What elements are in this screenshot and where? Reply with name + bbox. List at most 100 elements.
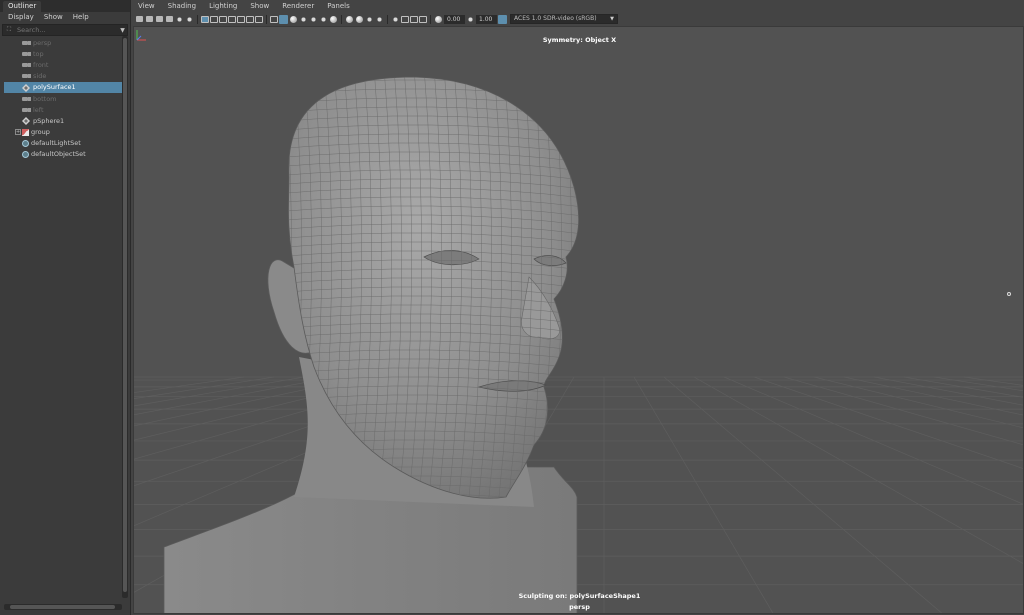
outliner-panel: Outliner Display Show Help ⛶ ▼ persp top f… — [0, 0, 131, 615]
camera-icon — [22, 96, 31, 101]
grease-pencil-icon[interactable] — [185, 14, 194, 24]
outliner-item[interactable]: top — [4, 48, 122, 59]
outliner-item-label: persp — [33, 38, 52, 47]
outliner-item-label: left — [33, 105, 44, 114]
mesh-icon — [22, 117, 31, 126]
toolbar-divider — [197, 14, 198, 24]
outliner-item[interactable]: front — [4, 59, 122, 70]
camera-attributes-icon[interactable] — [146, 16, 153, 22]
sculpt-head-mesh[interactable] — [163, 67, 584, 614]
select-camera-icon[interactable] — [136, 16, 143, 22]
camera-icon — [22, 62, 31, 67]
grid-toggle-icon[interactable] — [201, 15, 209, 23]
tab-outliner[interactable]: Outliner — [3, 1, 42, 12]
menu-lighting[interactable]: Lighting — [209, 0, 237, 12]
color-space-value: ACES 1.0 SDR-video (sRGB) — [514, 15, 597, 22]
outliner-item[interactable]: pSphere1 — [4, 115, 122, 126]
sculpting-hud: Sculpting on: polySurfaceShape1 — [518, 592, 641, 600]
camera-icon — [22, 107, 31, 112]
menu-display[interactable]: Display — [8, 12, 34, 23]
resolution-gate-icon[interactable] — [219, 15, 227, 23]
toolbar-divider — [266, 14, 267, 24]
outliner-item-label: defaultLightSet — [31, 139, 81, 148]
anti-aliasing-icon[interactable] — [356, 15, 363, 23]
menu-show[interactable]: Show — [250, 0, 269, 12]
mesh-icon — [22, 83, 31, 92]
color-space-select[interactable]: ACES 1.0 SDR-video (sRGB) ▼ — [510, 14, 618, 24]
search-options-dropdown-icon[interactable]: ▼ — [118, 27, 127, 34]
outliner-item-label: side — [33, 72, 47, 81]
viewport-panel: View Shading Lighting Show Renderer Pane… — [133, 0, 1024, 615]
outliner-item[interactable]: side — [4, 71, 122, 82]
toolbar-divider — [387, 14, 388, 24]
camera-name-hud: persp — [569, 603, 590, 611]
toolbar-divider — [430, 14, 431, 24]
exposure-field[interactable]: 0.00 — [444, 14, 465, 24]
xray-joints-icon[interactable] — [401, 15, 409, 23]
smooth-shade-icon[interactable] — [279, 14, 288, 24]
textured-icon[interactable] — [299, 14, 308, 24]
gamma-icon[interactable] — [466, 14, 475, 24]
menu-show[interactable]: Show — [44, 12, 63, 23]
outliner-item[interactable]: persp — [4, 37, 122, 48]
outliner-item[interactable]: polySurface1 — [4, 81, 122, 93]
viewport-toolbar: 0.00 1.00 ACES 1.0 SDR-video (sRGB) ▼ — [135, 13, 1022, 25]
camera-icon — [22, 40, 31, 45]
screen-space-ao-icon[interactable] — [330, 15, 337, 23]
safe-title-icon[interactable] — [255, 15, 263, 23]
set-icon — [22, 150, 29, 158]
menu-shading[interactable]: Shading — [168, 0, 196, 12]
filter-icon[interactable]: ⛶ — [3, 25, 15, 35]
outliner-item-label: top — [33, 49, 44, 58]
outliner-item-label: group — [31, 128, 50, 137]
chevron-down-icon: ▼ — [610, 16, 614, 22]
menu-renderer[interactable]: Renderer — [282, 0, 314, 12]
menu-help[interactable]: Help — [73, 12, 89, 23]
manipulator-pivot-icon[interactable] — [1007, 292, 1011, 296]
menu-view[interactable]: View — [138, 0, 155, 12]
bookmarks-icon[interactable] — [156, 16, 163, 22]
scrollbar-thumb[interactable] — [123, 38, 127, 592]
symmetry-hud: Symmetry: Object X — [542, 36, 617, 44]
toolbar-divider — [341, 14, 342, 24]
expand-icon[interactable]: + — [15, 129, 21, 136]
xray-active-components-icon[interactable] — [410, 15, 418, 23]
safe-action-icon[interactable] — [246, 15, 254, 23]
outliner-item[interactable]: bottom — [4, 93, 122, 104]
isolate-select-icon[interactable] — [375, 14, 384, 24]
field-chart-icon[interactable] — [237, 15, 245, 23]
menu-panels[interactable]: Panels — [327, 0, 350, 12]
outliner-item-label: front — [33, 60, 49, 69]
outliner-item-label: polySurface1 — [33, 83, 76, 92]
outliner-vertical-scrollbar[interactable] — [122, 36, 128, 598]
gate-mask-icon[interactable] — [228, 15, 236, 23]
image-plane-icon[interactable] — [166, 16, 173, 22]
3d-viewport[interactable]: Symmetry: Object X Sculpting on: polySur… — [133, 26, 1024, 614]
use-all-lights-icon[interactable] — [309, 14, 318, 24]
set-icon — [22, 139, 29, 147]
maya-app-window: Outliner Display Show Help ⛶ ▼ persp top f… — [0, 0, 1024, 615]
wireframe-icon[interactable] — [270, 15, 278, 23]
depth-of-field-icon[interactable] — [365, 14, 374, 24]
shadows-icon[interactable] — [319, 14, 328, 24]
default-material-icon[interactable] — [290, 15, 297, 23]
color-management-icon[interactable] — [498, 14, 507, 24]
outliner-horizontal-scrollbar[interactable] — [4, 604, 122, 610]
camera-icon — [22, 74, 31, 79]
outliner-menubar: Display Show Help — [0, 12, 130, 23]
film-gate-icon[interactable] — [210, 15, 218, 23]
outliner-item-label: pSphere1 — [33, 116, 65, 125]
gamma-field[interactable]: 1.00 — [476, 14, 497, 24]
outliner-item[interactable]: defaultLightSet — [4, 138, 122, 149]
group-icon — [22, 128, 29, 136]
xray-icon[interactable] — [391, 14, 400, 24]
search-input[interactable] — [15, 25, 118, 35]
outliner-item[interactable]: left — [4, 104, 122, 115]
backface-culling-icon[interactable] — [419, 15, 427, 23]
motion-blur-icon[interactable] — [346, 15, 353, 23]
outliner-item[interactable]: defaultObjectSet — [4, 149, 122, 160]
exposure-icon[interactable] — [435, 15, 442, 23]
2d-pan-zoom-icon[interactable] — [175, 14, 184, 24]
scrollbar-thumb[interactable] — [10, 605, 115, 609]
outliner-item[interactable]: + group — [4, 127, 122, 138]
